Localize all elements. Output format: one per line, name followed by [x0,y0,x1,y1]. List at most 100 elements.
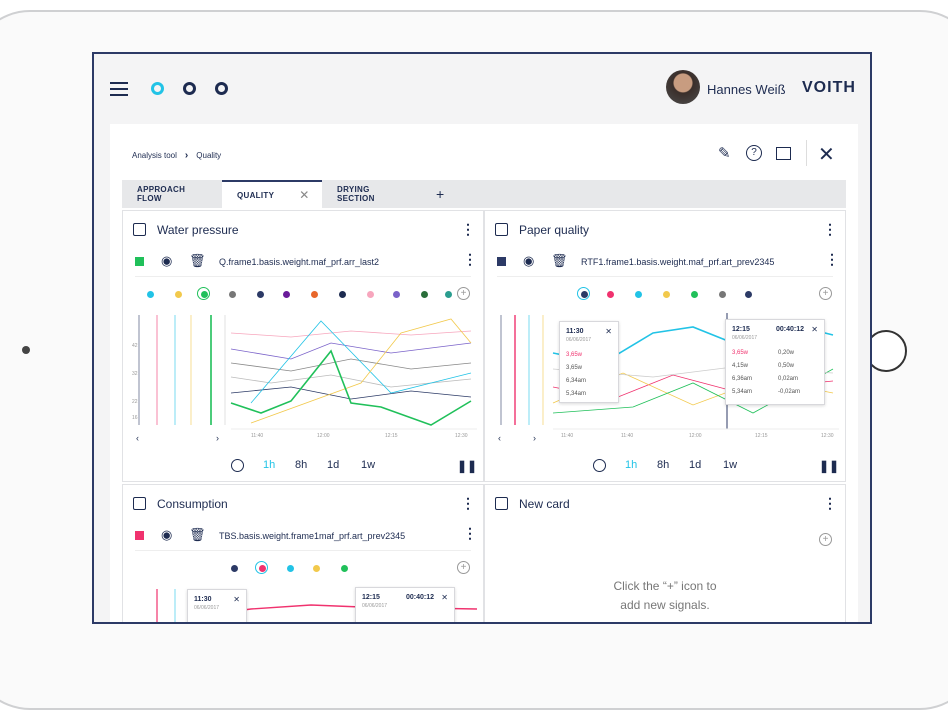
chevron-left-icon[interactable]: ‹ [498,433,501,443]
water-pressure-chart: 42 32 22 16 ‹ › 11:40 12:00 12:15 12:30 [132,315,477,443]
range-1w[interactable]: 1w [723,459,737,471]
tooltip-date: 06/06/2017 [362,603,388,609]
card-select-checkbox[interactable] [133,223,146,236]
divider [806,140,807,166]
color-dot[interactable] [257,291,264,298]
clock-icon[interactable] [231,459,244,472]
color-dot[interactable] [341,565,348,572]
close-icon[interactable]: ✕ [811,325,818,334]
eye-icon[interactable]: ◉ [161,527,172,543]
card-title: New card [519,497,570,511]
color-dot[interactable] [635,291,642,298]
color-dot[interactable] [421,291,428,298]
close-icon[interactable]: ✕ [441,593,448,602]
breadcrumb-root[interactable]: Analysis tool [132,151,177,160]
range-1d[interactable]: 1d [327,459,339,471]
y-tick: 32 [132,371,138,377]
eye-icon[interactable]: ◉ [161,253,172,269]
color-dot[interactable] [607,291,614,298]
user-name[interactable]: Hannes Weiß [707,82,786,97]
add-circle-icon[interactable]: + [819,287,832,300]
color-dot-selected[interactable] [255,561,268,574]
color-dot[interactable] [147,291,154,298]
hamburger-icon[interactable] [110,82,128,96]
view-toggle-2-icon[interactable] [183,82,196,95]
avatar[interactable] [666,70,700,104]
kebab-icon[interactable]: ⋮ [461,495,475,512]
analysis-panel: Analysis tool › Quality ✎ ? ✕ APPROACH F… [110,124,858,622]
kebab-icon[interactable]: ⋮ [825,251,839,268]
card-water-pressure: Water pressure ⋮ ◉ 🗑 Q.frame1.basis.weig… [122,210,484,482]
clock-icon[interactable] [593,459,606,472]
color-dot[interactable] [663,291,670,298]
add-circle-icon[interactable]: + [457,561,470,574]
range-8h[interactable]: 8h [295,459,307,471]
chevron-right-icon[interactable]: › [533,433,536,443]
kebab-icon[interactable]: ⋮ [823,495,837,512]
color-dot[interactable] [393,291,400,298]
pencil-icon[interactable]: ✎ [718,144,731,162]
color-dot[interactable] [229,291,236,298]
color-dot[interactable] [445,291,452,298]
card-title: Paper quality [519,223,590,237]
camera-icon[interactable] [776,147,791,160]
range-1w[interactable]: 1w [361,459,375,471]
color-dot[interactable] [175,291,182,298]
tab-drying-section[interactable]: DRYING SECTION [322,180,422,208]
close-icon[interactable]: ✕ [818,142,835,167]
color-dot[interactable] [283,291,290,298]
color-dot[interactable] [311,291,318,298]
brand-logo: VOITH [802,79,856,96]
signal-color-picker: + [123,287,483,303]
help-icon[interactable]: ? [746,145,762,161]
add-circle-icon[interactable]: + [457,287,470,300]
pause-icon[interactable]: ❚❚ [457,459,477,473]
kebab-icon[interactable]: ⋮ [463,525,477,542]
color-dot-selected[interactable] [197,287,210,300]
color-dot[interactable] [339,291,346,298]
tooltip-value: 5,34am [566,391,587,397]
add-circle-icon[interactable]: + [819,533,832,546]
color-dot[interactable] [287,565,294,572]
view-toggle-3-icon[interactable] [215,82,228,95]
kebab-icon[interactable]: ⋮ [463,251,477,268]
card-select-checkbox[interactable] [133,497,146,510]
tooltip-value: 3,65w [566,352,583,358]
view-toggle-1-icon[interactable] [151,82,164,95]
color-dot-selected[interactable] [577,287,590,300]
tab-close-icon[interactable]: ✕ [299,188,309,202]
card-select-checkbox[interactable] [495,223,508,236]
color-dot[interactable] [719,291,726,298]
color-dot[interactable] [691,291,698,298]
trash-icon[interactable]: 🗑 [551,253,568,269]
app-bar: Hannes Weiß VOITH [94,54,870,122]
color-dot[interactable] [231,565,238,572]
range-1h[interactable]: 1h [625,459,637,471]
trash-icon[interactable]: 🗑 [189,253,206,269]
range-1d[interactable]: 1d [689,459,701,471]
chevron-right-icon[interactable]: › [216,433,219,443]
tooltip-duration: 00:40:12 [776,326,805,333]
color-dot[interactable] [745,291,752,298]
kebab-icon[interactable]: ⋮ [823,221,837,238]
trash-icon[interactable]: 🗑 [189,527,206,543]
tab-quality[interactable]: QUALITY ✕ [222,180,322,208]
eye-icon[interactable]: ◉ [523,253,534,269]
pause-icon[interactable]: ❚❚ [819,459,839,473]
breadcrumb-current: Quality [196,151,222,160]
tooltip-value: 4,15w [732,363,749,369]
close-icon[interactable]: ✕ [605,327,612,336]
add-tab-button[interactable]: + [422,180,458,208]
color-dot[interactable] [367,291,374,298]
card-select-checkbox[interactable] [495,497,508,510]
color-dot[interactable] [313,565,320,572]
empty-state-hint: Click the “+” icon to add new signals. [485,577,845,615]
tab-quality-label: QUALITY [237,190,275,200]
range-1h[interactable]: 1h [263,459,275,471]
close-icon[interactable]: ✕ [233,595,240,604]
tab-approach-flow[interactable]: APPROACH FLOW [122,180,222,208]
kebab-icon[interactable]: ⋮ [461,221,475,238]
range-8h[interactable]: 8h [657,459,669,471]
chevron-left-icon[interactable]: ‹ [136,433,139,443]
cursor-tooltip-1: 11:30 06/06/2017 ✕ 3,65w 3,65w 6,34am 5,… [559,321,619,403]
